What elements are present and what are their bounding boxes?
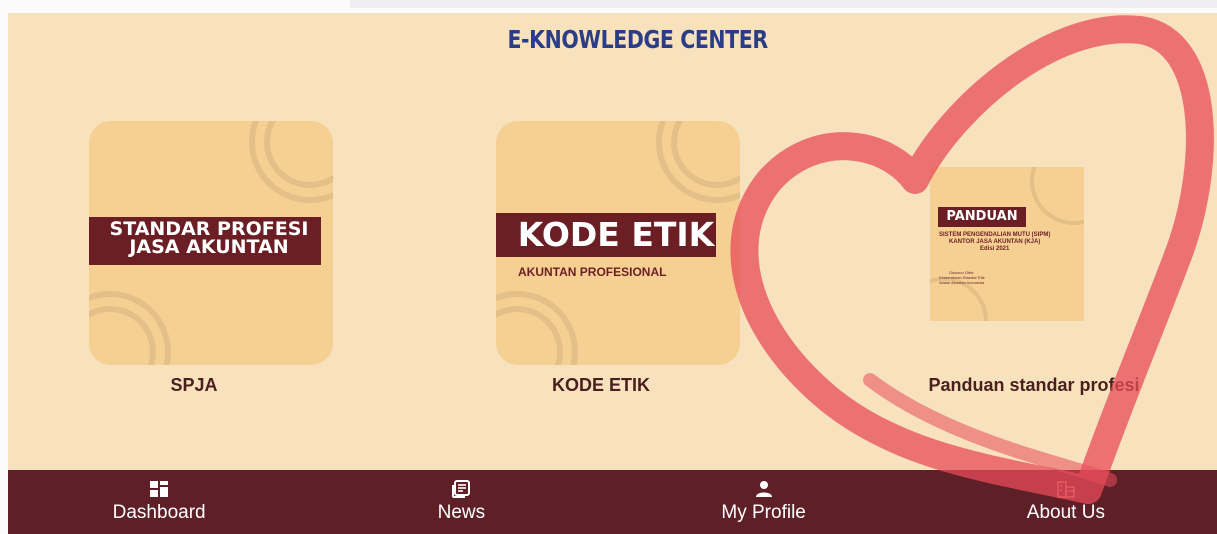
book-label-panduan: Panduan standar profesi (928, 375, 1140, 395)
cover-subtitle: AKUNTAN PROFESIONAL (518, 265, 667, 279)
dashboard-icon (150, 481, 169, 497)
nav-my-profile-label: My Profile (721, 502, 806, 523)
book-cover-kode-etik[interactable]: KODE ETIK AKUNTAN PROFESIONAL (496, 121, 740, 365)
profile-icon (755, 481, 772, 497)
cover-title-band: STANDAR PROFESI JASA AKUNTAN (89, 217, 321, 265)
nav-dashboard[interactable]: Dashboard (8, 470, 310, 534)
nav-about-us[interactable]: About Us (915, 470, 1217, 534)
cover-title-line-2: JASA AKUNTAN (129, 236, 289, 258)
nav-news[interactable]: News (310, 470, 612, 534)
about-us-icon (1057, 481, 1075, 498)
bottom-navigation: Dashboard News My Profile About Us (8, 470, 1217, 534)
book-cover-panduan[interactable]: PANDUAN SISTEM PENGENDALIAN MUTU (SIPM) … (930, 167, 1084, 321)
book-cover-spja[interactable]: STANDAR PROFESI JASA AKUNTAN (89, 121, 333, 365)
cover-subtitle: SISTEM PENGENDALIAN MUTU (SIPM) KANTOR J… (939, 232, 1051, 252)
nav-about-us-label: About Us (1026, 502, 1105, 523)
top-strip (350, 0, 1217, 8)
page-title: E-KNOWLEDGE CENTER (507, 25, 768, 54)
cover-title-band: PANDUAN (938, 207, 1026, 227)
cover-author: Disusun Oleh: Kementerian Standar Etik I… (939, 270, 985, 285)
app-screen: E-KNOWLEDGE CENTER STANDAR PROFESI JASA … (8, 13, 1217, 534)
nav-my-profile[interactable]: My Profile (613, 470, 915, 534)
book-label-spja: SPJA (170, 375, 218, 395)
nav-dashboard-label: Dashboard (112, 502, 206, 523)
book-label-kode-etik: KODE ETIK (551, 375, 650, 395)
cover-title-band: KODE ETIK (496, 213, 716, 257)
nav-news-label: News (437, 502, 486, 523)
news-icon (452, 480, 471, 498)
